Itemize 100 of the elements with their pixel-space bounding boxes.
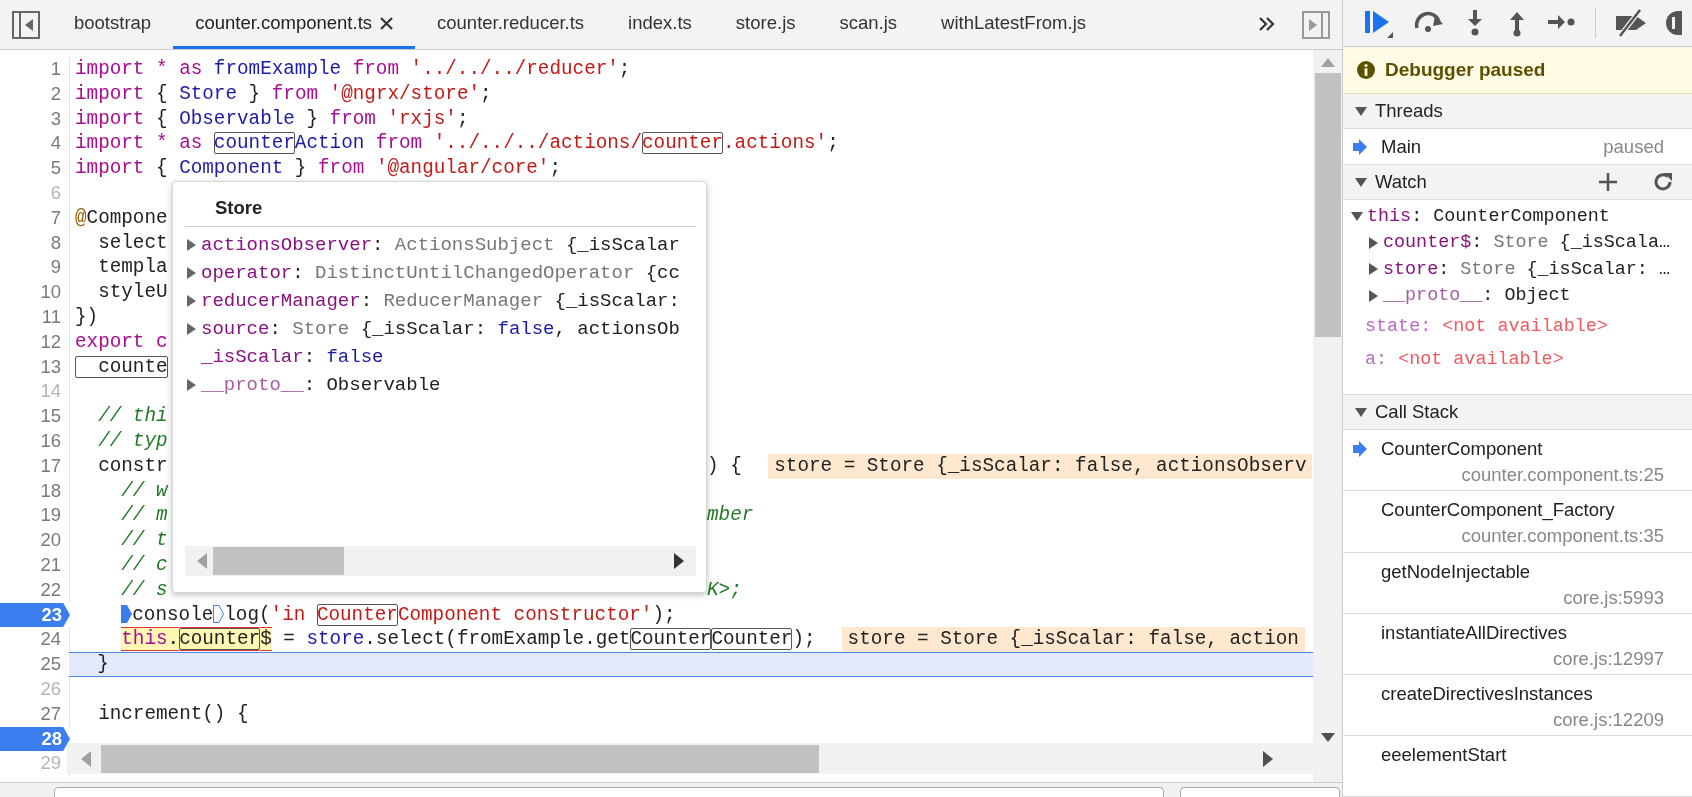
line-number[interactable]: 20: [0, 528, 70, 553]
line-number[interactable]: 24: [0, 627, 70, 653]
file-tab[interactable]: index.ts: [606, 0, 714, 49]
line-number[interactable]: 4: [0, 131, 70, 157]
horizontal-scrollbar[interactable]: [67, 743, 1313, 774]
line-number[interactable]: 19: [0, 503, 70, 529]
sidebar-toggle-icon[interactable]: [1302, 11, 1330, 39]
deactivate-breakpoints-icon[interactable]: [1614, 8, 1648, 39]
line-number[interactable]: 9: [0, 255, 70, 281]
line-number[interactable]: 21: [0, 552, 70, 578]
close-icon[interactable]: [380, 16, 394, 30]
resume-icon[interactable]: [1363, 8, 1395, 39]
call-frame[interactable]: eeelementStart: [1343, 735, 1692, 797]
property-text[interactable]: _isScalar: false: [201, 342, 384, 371]
code-text: console log('in CounterComponent constructor');: [75, 602, 676, 628]
expand-down-icon[interactable]: [1355, 105, 1367, 118]
line-number[interactable]: 27: [0, 701, 70, 727]
line-number[interactable]: 2: [0, 81, 70, 107]
code-text: increment() {: [97, 701, 249, 727]
call-frame[interactable]: getNodeInjectable core.js:5993: [1343, 552, 1692, 614]
watch-expression[interactable]: state: <not available>: [1365, 309, 1608, 343]
add-icon[interactable]: [1598, 171, 1618, 192]
code-text: // t: [120, 528, 168, 553]
frame-name: getNodeInjectable: [1381, 559, 1531, 584]
expand-right-icon[interactable]: [1367, 289, 1379, 302]
scroll-right-icon[interactable]: [674, 553, 684, 569]
horizontal-scrollbar[interactable]: [185, 546, 696, 576]
watch-expression[interactable]: counter$: Store {_isScala…: [1383, 230, 1670, 257]
line-number[interactable]: 16: [0, 428, 70, 454]
scroll-right-icon[interactable]: [1263, 750, 1273, 767]
file-tab[interactable]: counter.component.ts: [173, 0, 416, 49]
line-number[interactable]: 15: [0, 404, 70, 429]
watch-expression[interactable]: this: CounterComponent: [1367, 203, 1610, 231]
code-text: export c: [75, 329, 168, 355]
watch-expression[interactable]: __proto__: Object: [1383, 283, 1571, 310]
breakpoint-marker-icon[interactable]: [213, 605, 225, 624]
breakpoint-marker-icon[interactable]: [121, 605, 133, 624]
call-frame[interactable]: createDirectivesInstances core.js:12209: [1343, 674, 1692, 736]
expand-right-icon[interactable]: [1367, 263, 1379, 275]
code-text: // s: [120, 577, 168, 603]
line-number[interactable]: 8: [0, 230, 70, 256]
code-text: constr: [97, 453, 168, 479]
file-tab[interactable]: store.js: [713, 0, 818, 49]
property-text[interactable]: operator: DistinctUntilChangedOperator {cc: [201, 258, 680, 287]
line-number[interactable]: 1: [0, 57, 70, 82]
expand-right-icon[interactable]: [185, 322, 197, 335]
expand-right-icon[interactable]: [185, 238, 197, 251]
file-tab[interactable]: bootstrap: [52, 0, 174, 49]
code-text: K>;: [707, 577, 742, 603]
line-number[interactable]: 28: [0, 726, 70, 752]
code-text: import { Component } from '@angular/core';: [75, 156, 562, 181]
vertical-scrollbar[interactable]: [1313, 50, 1342, 782]
expand-right-icon[interactable]: [1367, 236, 1379, 249]
line-number[interactable]: 22: [0, 577, 70, 603]
file-tab[interactable]: counter.reducer.ts: [415, 0, 607, 49]
code-text: styleU: [97, 280, 168, 305]
property-text[interactable]: __proto__: Observable: [201, 370, 441, 399]
expand-right-icon[interactable]: [185, 378, 197, 391]
line-number[interactable]: 10: [0, 280, 70, 305]
call-frame[interactable]: CounterComponent_Factory counter.component.ts:35: [1343, 491, 1692, 553]
expand-right-icon[interactable]: [185, 266, 197, 279]
code-text: // m: [120, 503, 168, 529]
property-text[interactable]: source: Store {_isScalar: false, actionsOb: [201, 314, 680, 343]
frame-location: counter.component.ts:25: [1461, 463, 1664, 488]
line-number[interactable]: 23: [0, 602, 70, 628]
scrollbar-thumb[interactable]: [1314, 73, 1341, 337]
property-text[interactable]: actionsObserver: ActionsSubject {_isScalar: [201, 230, 680, 259]
frame-location: counter.component.ts:35: [1461, 524, 1664, 549]
line-number[interactable]: 12: [0, 329, 70, 355]
line-number[interactable]: 11: [0, 304, 70, 330]
expand-down-icon[interactable]: [1351, 210, 1363, 222]
code-text: // thi: [97, 404, 168, 429]
sidebar-toggle-icon[interactable]: [12, 11, 40, 39]
line-number[interactable]: 3: [0, 106, 70, 132]
expand-right-icon[interactable]: [185, 294, 197, 307]
line-number[interactable]: 5: [0, 156, 70, 181]
call-frame[interactable]: instantiateAllDirectives core.js:12997: [1343, 613, 1692, 675]
frame-name: CounterComponent: [1381, 437, 1543, 462]
section-header[interactable]: Call Stack: [1343, 395, 1692, 431]
expand-down-icon[interactable]: [1355, 406, 1367, 419]
property-text[interactable]: reducerManager: ReducerManager {_isScalar:: [201, 286, 680, 315]
section-header[interactable]: Watch: [1343, 164, 1692, 200]
line-number[interactable]: 18: [0, 478, 70, 504]
code-text: import * as fromExample from '../../../reducer';: [75, 57, 631, 82]
scroll-down-icon[interactable]: [1320, 733, 1335, 742]
file-tab[interactable]: withLatestFrom.js: [919, 0, 1109, 49]
more-tabs-icon[interactable]: [1258, 16, 1276, 32]
watch-expression[interactable]: store: Store {_isScalar: …: [1383, 256, 1670, 284]
file-tab[interactable]: scan.js: [817, 0, 920, 49]
line-number[interactable]: 17: [0, 453, 70, 479]
line-number[interactable]: 7: [0, 205, 70, 231]
code-text: ) {: [707, 453, 742, 479]
section-header[interactable]: Threads: [1343, 94, 1692, 130]
scrollbar-thumb[interactable]: [101, 744, 819, 773]
scrollbar-thumb[interactable]: [213, 547, 344, 575]
thread-row[interactable]: Main paused: [1343, 129, 1692, 165]
line-number[interactable]: 13: [0, 354, 70, 380]
expand-down-icon[interactable]: [1355, 175, 1367, 188]
watch-expression[interactable]: a: <not available>: [1365, 342, 1564, 376]
refresh-icon[interactable]: [1652, 170, 1674, 193]
